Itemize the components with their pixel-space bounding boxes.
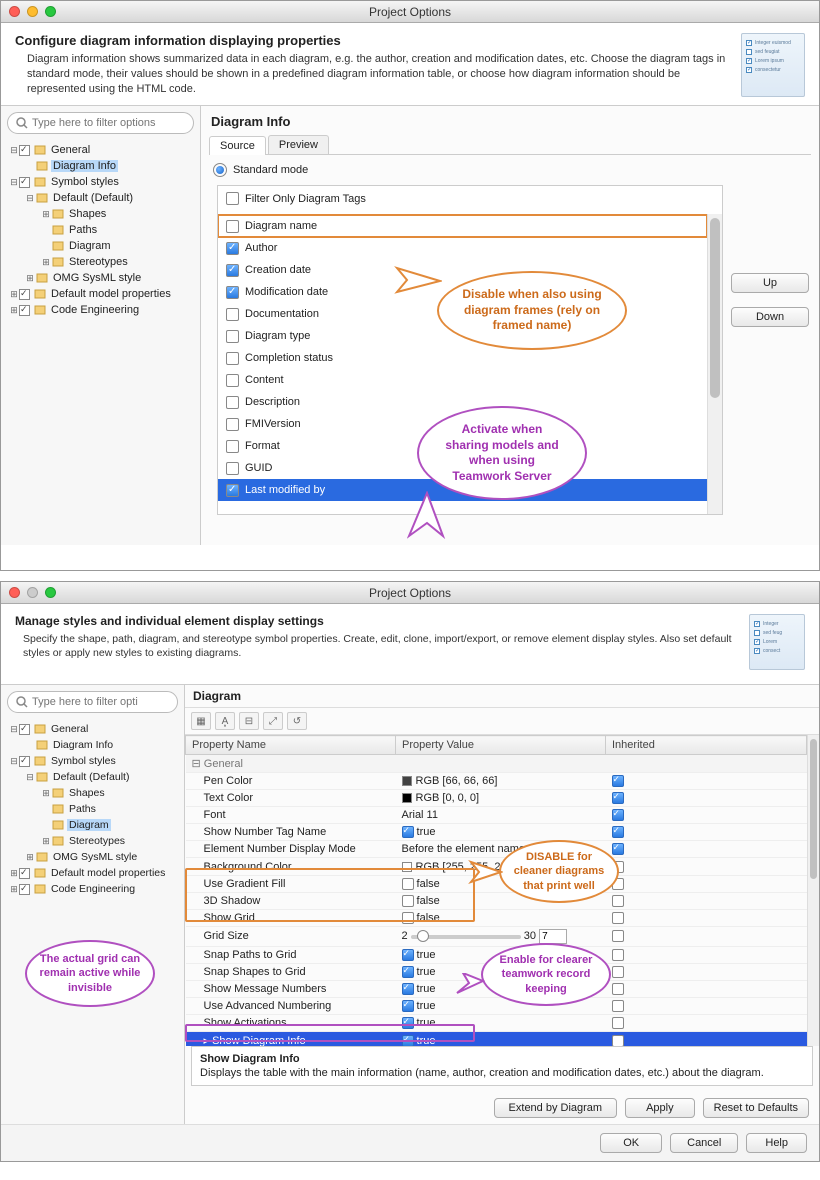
- tool-alphabetical-icon[interactable]: A͓: [215, 712, 235, 730]
- tree-node[interactable]: Diagram Info: [5, 737, 184, 753]
- help-button[interactable]: Help: [746, 1133, 807, 1153]
- up-button[interactable]: Up: [731, 273, 809, 293]
- search-input[interactable]: [7, 112, 194, 134]
- filter-diagram-tags-checkbox[interactable]: Filter Only Diagram Tags: [226, 192, 366, 205]
- sidebar: ⊟GeneralDiagram Info⊟Symbol styles⊟Defau…: [1, 106, 201, 545]
- list-item[interactable]: Diagram name: [218, 215, 707, 237]
- tree-node[interactable]: ⊞Stereotypes: [5, 254, 200, 270]
- callout-enable-teamwork: Enable for clearer teamwork record keepi…: [481, 943, 611, 1006]
- desc-body: Displays the table with the main informa…: [200, 1067, 764, 1079]
- scrollbar[interactable]: [807, 735, 819, 1046]
- tree-node[interactable]: ⊞OMG SysML style: [5, 849, 184, 865]
- filter-label: Filter Only Diagram Tags: [245, 193, 366, 205]
- tab-preview[interactable]: Preview: [268, 135, 329, 154]
- search-icon: [16, 117, 28, 129]
- tab-source[interactable]: Source: [209, 136, 266, 155]
- callout-disable-cleaner: DISABLE for cleaner diagrams that print …: [499, 840, 619, 903]
- description-box: Show Diagram Info Displays the table wit…: [191, 1046, 813, 1086]
- table-row[interactable]: Show Number Tag Name true: [186, 824, 807, 841]
- tree-node[interactable]: ⊞Default model properties: [5, 286, 200, 302]
- tree-node[interactable]: Diagram: [5, 238, 200, 254]
- desc-title: Show Diagram Info: [200, 1053, 804, 1065]
- tree-node[interactable]: ⊟Symbol styles: [5, 174, 200, 190]
- table-row[interactable]: Show Activations true: [186, 1015, 807, 1032]
- search-field[interactable]: [32, 696, 174, 708]
- titlebar[interactable]: Project Options: [1, 1, 819, 23]
- tree-node[interactable]: ⊟General: [5, 721, 184, 737]
- table-row[interactable]: Pen ColorRGB [66, 66, 66]: [186, 773, 807, 790]
- nav-tree[interactable]: ⊟GeneralDiagram Info⊟Symbol styles⊟Defau…: [1, 719, 184, 903]
- search-input[interactable]: [7, 691, 178, 713]
- col-value[interactable]: Property Value: [396, 736, 606, 755]
- tree-node[interactable]: ⊞Shapes: [5, 785, 184, 801]
- tree-node[interactable]: ⊟Default (Default): [5, 769, 184, 785]
- tree-node[interactable]: ⊞Shapes: [5, 206, 200, 222]
- sidebar: ⊟GeneralDiagram Info⊟Symbol styles⊟Defau…: [1, 685, 185, 1124]
- search-icon: [16, 696, 28, 708]
- tool-collapse-icon[interactable]: ⤢: [263, 712, 283, 730]
- table-row[interactable]: Text ColorRGB [0, 0, 0]: [186, 790, 807, 807]
- extend-by-diagram-button[interactable]: Extend by Diagram: [494, 1098, 618, 1118]
- table-row[interactable]: Element Number Display ModeBefore the el…: [186, 841, 807, 858]
- tree-node[interactable]: ⊞Default model properties: [5, 865, 184, 881]
- table-row[interactable]: Show Grid false: [186, 909, 807, 926]
- ok-button[interactable]: OK: [600, 1133, 662, 1153]
- list-item[interactable]: Completion status: [218, 347, 707, 369]
- window-title: Project Options: [1, 586, 819, 600]
- nav-tree[interactable]: ⊟GeneralDiagram Info⊟Symbol styles⊟Defau…: [1, 140, 200, 324]
- panel-title: Diagram Info: [201, 106, 819, 135]
- page-description: Diagram information shows summarized dat…: [15, 52, 731, 97]
- tree-node[interactable]: Paths: [5, 222, 200, 238]
- tree-node[interactable]: ⊞Code Engineering: [5, 881, 184, 897]
- tool-reset-icon[interactable]: ↺: [287, 712, 307, 730]
- window-title: Project Options: [1, 5, 819, 19]
- table-row[interactable]: FontArial 11: [186, 807, 807, 824]
- tool-categorized-icon[interactable]: ▦: [191, 712, 211, 730]
- callout-disable-diagram-name: Disable when also using diagram frames (…: [437, 271, 627, 350]
- page-title: Manage styles and individual element dis…: [15, 614, 739, 628]
- radio-standard-mode[interactable]: [213, 163, 227, 177]
- reset-defaults-button[interactable]: Reset to Defaults: [703, 1098, 809, 1118]
- callout-grid-invisible: The actual grid can remain active while …: [25, 940, 155, 1007]
- panel-title: Diagram: [185, 685, 819, 708]
- footer: OK Cancel Help: [1, 1124, 819, 1161]
- radio-label: Standard mode: [233, 164, 308, 176]
- col-name[interactable]: Property Name: [186, 736, 396, 755]
- tree-node[interactable]: Diagram: [5, 817, 184, 833]
- scrollbar[interactable]: [707, 214, 722, 514]
- tree-node[interactable]: ⊞Stereotypes: [5, 833, 184, 849]
- page-description: Specify the shape, path, diagram, and st…: [15, 632, 739, 660]
- search-field[interactable]: [32, 117, 185, 129]
- project-options-window-2: Project Options Manage styles and indivi…: [0, 581, 820, 1162]
- down-button[interactable]: Down: [731, 307, 809, 327]
- toolbar: ▦ A͓ ⊟ ⤢ ↺: [185, 708, 819, 735]
- tree-node[interactable]: ⊟General: [5, 142, 200, 158]
- apply-button[interactable]: Apply: [625, 1098, 695, 1118]
- tree-node[interactable]: ⊞OMG SysML style: [5, 270, 200, 286]
- cancel-button[interactable]: Cancel: [670, 1133, 738, 1153]
- table-row[interactable]: ▸ Show Diagram Info true: [186, 1032, 807, 1046]
- tree-node[interactable]: Diagram Info: [5, 158, 200, 174]
- page-title: Configure diagram information displaying…: [15, 33, 731, 48]
- tree-node[interactable]: ⊟Symbol styles: [5, 753, 184, 769]
- tool-expand-icon[interactable]: ⊟: [239, 712, 259, 730]
- titlebar[interactable]: Project Options: [1, 582, 819, 604]
- col-inherited[interactable]: Inherited: [606, 736, 807, 755]
- thumbnail-icon: Integer sed feug Lorem consect: [749, 614, 805, 670]
- thumbnail-icon: Integer euismod sed feugiat Lorem ipsum …: [741, 33, 805, 97]
- tree-node[interactable]: ⊞Code Engineering: [5, 302, 200, 318]
- callout-activate-sharing: Activate when sharing models and when us…: [417, 406, 587, 500]
- list-item[interactable]: Content: [218, 369, 707, 391]
- tree-node[interactable]: Paths: [5, 801, 184, 817]
- table-row[interactable]: 3D Shadow false: [186, 892, 807, 909]
- tree-node[interactable]: ⊟Default (Default): [5, 190, 200, 206]
- list-item[interactable]: ✓Author: [218, 237, 707, 259]
- project-options-window-1: Project Options Configure diagram inform…: [0, 0, 820, 571]
